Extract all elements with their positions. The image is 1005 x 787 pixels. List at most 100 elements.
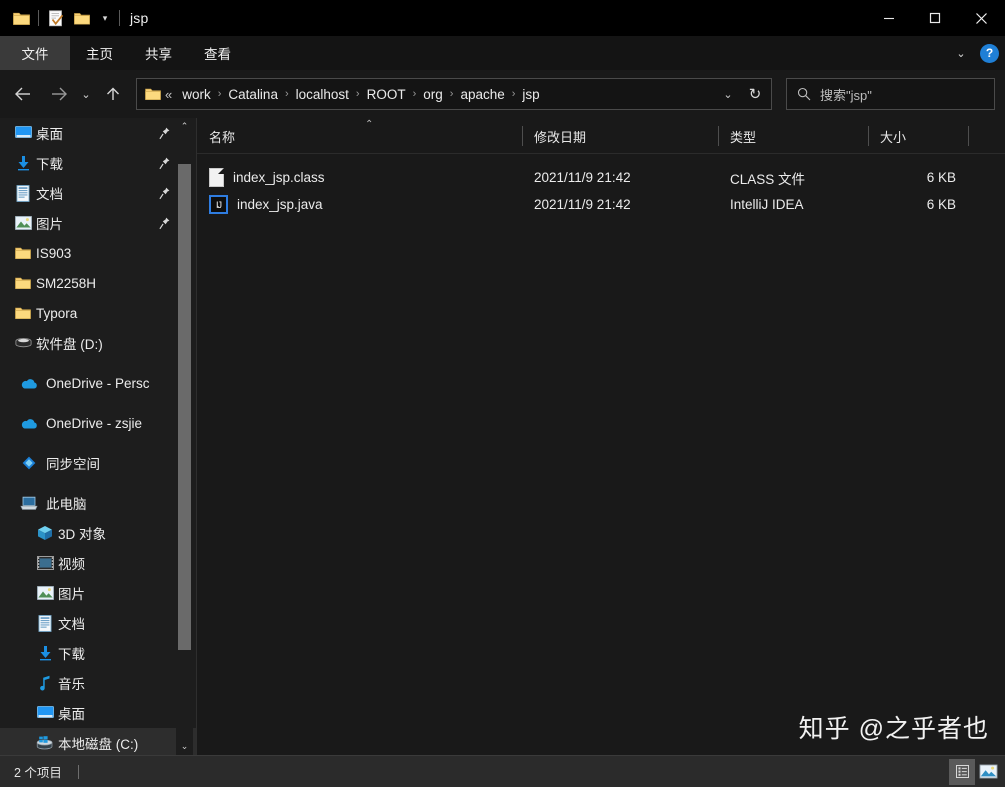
local-disk-icon [36,734,54,752]
pin-icon[interactable] [159,187,170,200]
sidebar-item-software-drive-d[interactable]: 软件盘 (D:) [0,328,196,358]
sidebar-item-is903[interactable]: IS903 [0,238,196,268]
sidebar-item-downloads[interactable]: 下载 [0,638,196,668]
large-icons-view-button[interactable] [975,759,1001,785]
scroll-down-icon[interactable]: ⌄ [176,738,193,755]
sidebar-item-sync-space[interactable]: 同步空间 [0,448,196,478]
search-input[interactable]: 搜索"jsp" [820,85,872,104]
sidebar-item-music[interactable]: 音乐 [0,668,196,698]
sidebar-item-desktop[interactable]: 桌面 [0,698,196,728]
sidebar-item-pictures[interactable]: 图片 [0,578,196,608]
3d-objects-icon [36,524,54,542]
minimize-button[interactable] [866,0,912,36]
breadcrumb-item-org[interactable]: org [417,84,449,105]
recent-locations-icon[interactable]: ⌄ [74,79,98,109]
maximize-button[interactable] [912,0,958,36]
music-icon [36,674,54,692]
sidebar-item-label: 文档 [36,187,63,202]
sidebar-item-label: OneDrive - Persc [46,375,150,391]
column-header-type[interactable]: 类型 [718,118,868,154]
downloads-icon [14,154,32,172]
sidebar-item-typora[interactable]: Typora [0,298,196,328]
breadcrumb-item-catalina[interactable]: Catalina [222,84,284,105]
sidebar-item-3d-objects[interactable]: 3D 对象 [0,518,196,548]
refresh-icon[interactable]: ↻ [741,85,769,103]
column-header-name[interactable]: 名称 [197,118,522,154]
sidebar-scrollbar[interactable]: ⌃ ⌄ [176,118,193,755]
sidebar-item-label: 此电脑 [46,497,87,512]
search-box[interactable]: 搜索"jsp" [786,78,995,110]
column-header-date-modified[interactable]: 修改日期 [522,118,718,154]
sidebar-item-label: 软件盘 (D:) [36,337,103,352]
close-button[interactable] [958,0,1005,36]
pin-icon[interactable] [159,127,170,140]
breadcrumb-item-localhost[interactable]: localhost [290,84,355,105]
onedrive-icon [20,374,38,392]
sidebar-item-label: Typora [36,305,78,321]
sidebar-item-sm2258h[interactable]: SM2258H [0,268,196,298]
breadcrumb-item-apache[interactable]: apache [454,84,510,105]
status-separator [77,764,79,779]
scroll-up-icon[interactable]: ⌃ [176,118,193,135]
sidebar-item-label: 3D 对象 [58,527,107,542]
properties-icon[interactable] [43,5,69,31]
tab-view[interactable]: 查看 [188,36,247,70]
chevron-down-icon[interactable]: ⌄ [952,47,970,60]
column-header-size[interactable]: 大小 [868,118,968,154]
sidebar-item-label: 下载 [36,157,63,172]
file-name-cell[interactable]: IJ index_jsp.java [209,191,522,218]
breadcrumb-item-jsp[interactable]: jsp [516,84,545,105]
breadcrumb-item-root[interactable]: ROOT [361,84,412,105]
sidebar-item-label: IS903 [36,245,72,261]
column-header-row: 名称 ⌃ 修改日期 类型 大小 [197,118,1005,154]
pin-icon[interactable] [159,157,170,170]
breadcrumb-item-work[interactable]: work [176,84,217,105]
help-icon[interactable]: ? [980,43,999,63]
sidebar-item-label: 文档 [58,617,85,632]
address-dropdown-icon[interactable]: ⌄ [715,88,741,101]
up-button[interactable] [98,79,128,109]
chevron-down-icon[interactable]: ▾ [95,5,115,31]
onedrive-icon [20,414,38,432]
file-type-cell: IntelliJ IDEA [730,197,804,212]
sidebar-item-documents[interactable]: 文档 [0,608,196,638]
sidebar-item-downloads-qa[interactable]: 下载 [0,148,196,178]
column-header-label: 大小 [880,129,907,145]
column-divider[interactable] [968,126,969,146]
column-header-label: 修改日期 [534,129,587,145]
desktop-icon [14,124,32,142]
breadcrumb-overflow-icon[interactable]: « [163,87,176,102]
tab-file[interactable]: 文件 [0,36,70,70]
tab-home[interactable]: 主页 [70,36,129,70]
file-name-cell[interactable]: index_jsp.class [209,164,522,191]
pin-icon[interactable] [159,217,170,230]
sidebar-item-onedrive-zsjie[interactable]: OneDrive - zsjie [0,408,196,438]
scrollbar-thumb[interactable] [178,164,191,650]
file-name-label: index_jsp.java [237,197,323,212]
folder-icon [14,304,32,322]
sidebar-item-local-disk-c[interactable]: 本地磁盘 (C:) [0,728,196,755]
table-row[interactable]: IJ index_jsp.java 2021/11/9 21:42 Intell… [197,191,1005,218]
sidebar-item-label: 下载 [58,647,85,662]
tab-share[interactable]: 共享 [129,36,188,70]
folder-icon[interactable] [8,5,34,31]
sidebar-item-videos[interactable]: 视频 [0,548,196,578]
sidebar-item-documents-qa[interactable]: 文档 [0,178,196,208]
view-mode-buttons [949,758,1001,785]
sidebar-item-desktop-qa[interactable]: 桌面 [0,118,196,148]
sidebar-item-pictures-qa[interactable]: 图片 [0,208,196,238]
sidebar-item-onedrive-personal[interactable]: OneDrive - Persc [0,368,196,398]
forward-button[interactable] [44,79,74,109]
details-view-button[interactable] [949,758,975,785]
file-list-pane: 名称 ⌃ 修改日期 类型 大小 index_jsp.class 2021/11/… [197,118,1005,755]
new-folder-icon[interactable] [69,5,95,31]
class-file-icon [209,168,224,187]
address-bar[interactable]: « work › Catalina › localhost › ROOT › o… [136,78,772,110]
sidebar-item-this-pc[interactable]: 此电脑 [0,488,196,518]
sidebar-item-label: 音乐 [58,677,85,692]
file-size-cell: 6 KB [926,197,956,212]
back-button[interactable] [8,79,38,109]
table-row[interactable]: index_jsp.class 2021/11/9 21:42 CLASS 文件… [197,164,1005,191]
